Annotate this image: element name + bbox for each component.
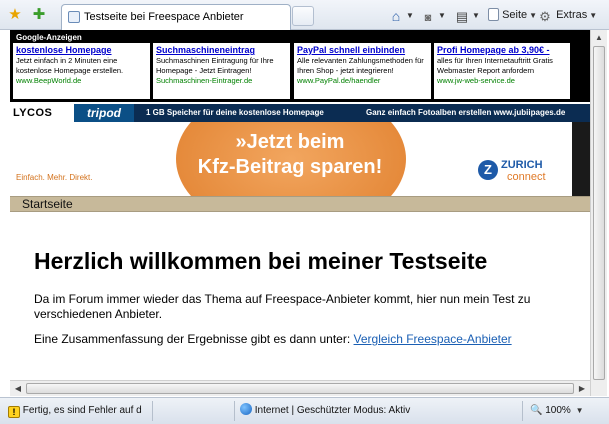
page-favicon-icon [68, 11, 80, 23]
comparison-link[interactable]: Vergleich Freespace-Anbieter [354, 332, 512, 346]
zurich-brand-name: ZURICH [501, 159, 543, 171]
new-tab-button[interactable] [292, 6, 314, 26]
ad-item[interactable]: PayPal schnell einbinden Alle relevanten… [294, 43, 431, 99]
status-separator [152, 401, 153, 421]
banner-headline-line2: Kfz-Beitrag sparen! [197, 156, 383, 178]
ad-text: Alle relevanten Zahlungsmethoden für Ihr… [297, 56, 424, 75]
status-separator [522, 401, 523, 421]
horizontal-scroll-thumb[interactable] [26, 383, 574, 394]
page-viewport: Google-Anzeigen kostenlose Homepage Jetz… [10, 30, 590, 396]
security-zone-text: Internet | Geschützter Modus: Aktiv [254, 405, 411, 416]
page-menu-label: Seite [502, 9, 528, 21]
status-message-text: Fertig, es sind Fehler auf d [22, 405, 142, 416]
vertical-scroll-thumb[interactable] [593, 46, 605, 380]
zoom-level: 100% [545, 405, 571, 416]
google-ads-block: Google-Anzeigen kostenlose Homepage Jetz… [10, 30, 590, 102]
security-zone[interactable]: Internet | Geschützter Modus: Aktiv [240, 403, 410, 419]
nav-item-startseite[interactable]: Startseite [22, 197, 73, 212]
favorites-star-icon[interactable]: ★ [6, 6, 24, 24]
gear-icon: ⚙ [539, 9, 551, 24]
lycos-bar: LYCOS tripod 1 GB Speicher für deine kos… [10, 104, 590, 122]
tools-menu-button[interactable]: ⚙ Extras ▼ [537, 6, 597, 24]
tripod-logo[interactable]: tripod [74, 104, 134, 122]
banner-headline: »Jetzt beim Kfz-Beitrag sparen! [185, 130, 395, 180]
chevron-down-icon: ▼ [438, 11, 446, 20]
add-favorite-icon[interactable]: ✚ [30, 6, 48, 24]
zoom-icon: 🔍 [530, 405, 543, 416]
intro-paragraph: Da im Forum immer wieder das Thema auf F… [34, 292, 531, 321]
status-separator [234, 401, 235, 421]
zurich-ad-banner[interactable]: »Jetzt beim Kfz-Beitrag sparen! Einfach.… [10, 122, 572, 196]
ad-text: alles für Ihren Internetauftritt Gratis … [437, 56, 553, 75]
feeds-icon: ◙ [424, 12, 432, 24]
home-button[interactable]: ⌂ ▼ [388, 6, 414, 24]
ad-title[interactable]: Profi Homepage ab 3,90€ - [437, 45, 567, 55]
banner-tagline: Einfach. Mehr. Direkt. [16, 173, 93, 182]
ad-url[interactable]: www.PayPal.de/haendler [297, 76, 428, 85]
globe-icon [240, 403, 252, 415]
main-content: Herzlich willkommen bei meiner Testseite… [34, 248, 574, 357]
tab-testseite[interactable]: Testseite bei Freespace Anbieter [61, 4, 291, 30]
tab-title: Testseite bei Freespace Anbieter [84, 11, 244, 23]
ad-url[interactable]: www.jw-web-service.de [437, 76, 567, 85]
chevron-down-icon: ▼ [472, 11, 480, 20]
print-icon: ▤ [455, 9, 469, 24]
scroll-right-icon[interactable]: ▶ [574, 381, 590, 396]
ad-item[interactable]: kostenlose Homepage Jetzt einfach in 2 M… [13, 43, 150, 99]
chevron-down-icon: ▼ [529, 11, 538, 20]
ad-title[interactable]: Suchmaschineneintrag [156, 45, 287, 55]
ad-title[interactable]: kostenlose Homepage [16, 45, 147, 55]
ad-text: Jetzt einfach in 2 Minuten eine kostenlo… [16, 56, 124, 75]
ad-url[interactable]: Suchmaschinen-Eintrager.de [156, 76, 287, 85]
site-nav: Startseite [10, 196, 590, 212]
browser-toolbar: ★ ✚ Testseite bei Freespace Anbieter ⌂ ▼ … [0, 0, 609, 30]
zurich-brand-sub: connect [507, 171, 546, 183]
window-left-edge [0, 30, 10, 396]
banner-dark-edge [572, 122, 590, 196]
status-message[interactable]: ! Fertig, es sind Fehler auf d [8, 403, 142, 419]
ad-url[interactable]: www.BeepWorld.de [16, 76, 147, 85]
print-button[interactable]: ▤ ▼ [454, 6, 480, 24]
summary-paragraph: Eine Zusammenfassung der Ergebnisse gibt… [34, 332, 574, 347]
tools-menu-label: Extras [556, 9, 588, 21]
ad-item[interactable]: Suchmaschineneintrag Suchmaschinen Eintr… [153, 43, 290, 99]
warning-icon: ! [8, 406, 20, 418]
page-icon [488, 8, 499, 21]
chevron-down-icon: ▼ [406, 11, 414, 20]
page-menu-button[interactable]: Seite ▼ [488, 6, 537, 24]
horizontal-scrollbar[interactable]: ◀ ▶ [10, 380, 590, 396]
banner-headline-line1: »Jetzt beim [235, 131, 345, 153]
feeds-button[interactable]: ◙ ▼ [420, 6, 446, 24]
lycos-link-storage[interactable]: 1 GB Speicher für deine kostenlose Homep… [146, 104, 324, 122]
ad-text: Suchmaschinen Eintragung für Ihre Homepa… [156, 56, 274, 75]
vertical-scrollbar[interactable]: ▲ [590, 30, 607, 396]
lycos-logo[interactable]: LYCOS [10, 104, 74, 122]
ad-item[interactable]: Profi Homepage ab 3,90€ - alles für Ihre… [434, 43, 570, 99]
ad-title[interactable]: PayPal schnell einbinden [297, 45, 428, 55]
scroll-left-icon[interactable]: ◀ [10, 381, 26, 396]
lycos-link-photoalbum[interactable]: Ganz einfach Fotoalben erstellen www.jub… [366, 104, 565, 122]
google-ads-label: Google-Anzeigen [16, 33, 82, 42]
status-bar: ! Fertig, es sind Fehler auf d Internet … [0, 397, 609, 424]
home-icon: ⌂ [391, 8, 401, 24]
page-heading: Herzlich willkommen bei meiner Testseite [34, 248, 488, 274]
scroll-up-icon[interactable]: ▲ [591, 30, 607, 45]
zurich-logo-icon: Z [478, 160, 498, 180]
chevron-down-icon: ▼ [575, 406, 584, 415]
zoom-control[interactable]: 🔍 100% ▼ [530, 403, 584, 419]
summary-text: Eine Zusammenfassung der Ergebnisse gibt… [34, 332, 354, 346]
chevron-down-icon: ▼ [589, 11, 598, 20]
